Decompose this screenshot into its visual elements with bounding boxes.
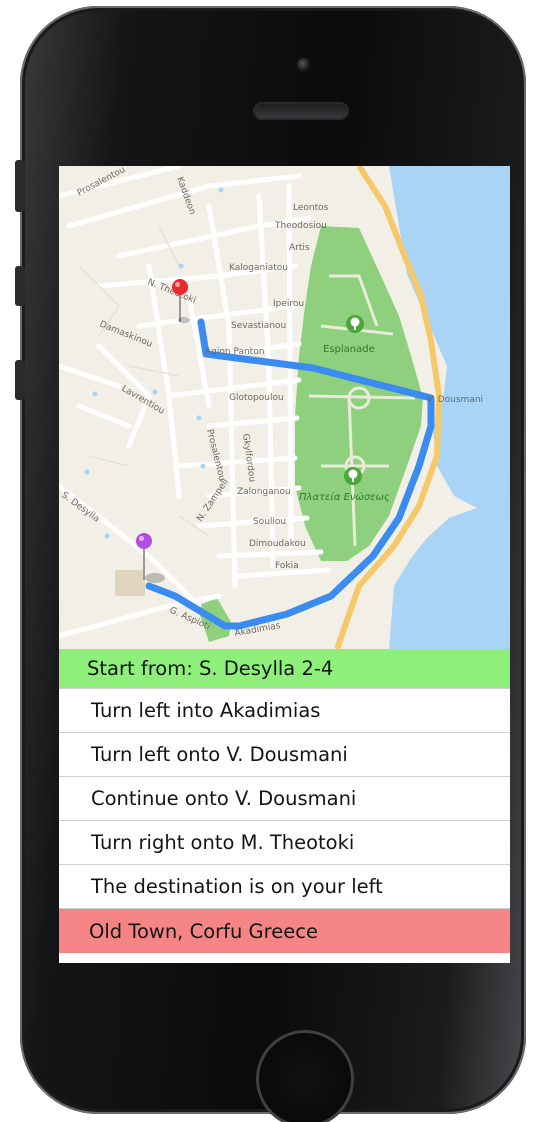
volume-down-button[interactable] — [15, 360, 25, 400]
destination-row[interactable]: Old Town, Corfu Greece — [59, 909, 510, 953]
street-label: Dimoudakou — [249, 539, 306, 549]
poi-label: Πλατεία Ενώσεως — [299, 491, 390, 503]
street-label: Kaloganiatou — [229, 263, 288, 273]
street-label: V. Dousmani — [427, 395, 483, 405]
street-label: Zalonganou — [237, 487, 291, 497]
start-location-text: Start from: S. Desylla 2-4 — [87, 657, 334, 680]
direction-step-text: Turn right onto M. Theotoki — [91, 831, 355, 854]
earpiece-speaker — [255, 104, 347, 118]
street-label: Agion Panton — [205, 347, 264, 357]
destination-text: Old Town, Corfu Greece — [89, 919, 318, 943]
street-label: Glotopoulou — [229, 393, 284, 403]
direction-step-text: Turn left into Akadimias — [91, 699, 321, 722]
direction-step[interactable]: The destination is on your left — [59, 865, 510, 909]
poi-label: Esplanade — [323, 344, 375, 355]
stage: Prosalentou Kaddeon Leontos Theodosiou A… — [0, 0, 538, 1122]
street-label: Artis — [289, 243, 310, 253]
building-block — [115, 570, 145, 596]
directions-list: Start from: S. Desylla 2-4 Turn left int… — [59, 649, 510, 953]
street-label: Theodosiou — [274, 221, 327, 231]
direction-step[interactable]: Continue onto V. Dousmani — [59, 777, 510, 821]
start-location-row[interactable]: Start from: S. Desylla 2-4 — [59, 649, 510, 689]
home-button[interactable] — [256, 1030, 354, 1122]
street-label: Leontos — [293, 203, 329, 213]
volume-up-button[interactable] — [15, 266, 25, 306]
direction-step-text: Continue onto V. Dousmani — [91, 787, 357, 810]
direction-step[interactable]: Turn left into Akadimias — [59, 689, 510, 733]
mute-switch[interactable] — [15, 160, 25, 212]
direction-step-text: Turn left onto V. Dousmani — [91, 743, 348, 766]
phone-screen: Prosalentou Kaddeon Leontos Theodosiou A… — [59, 166, 510, 963]
tree-icon — [344, 467, 362, 485]
front-camera — [297, 58, 311, 72]
direction-step[interactable]: Turn right onto M. Theotoki — [59, 821, 510, 865]
street-label: Ipeirou — [273, 299, 304, 309]
direction-step-text: The destination is on your left — [91, 875, 383, 898]
map-view[interactable]: Prosalentou Kaddeon Leontos Theodosiou A… — [59, 166, 510, 649]
street-label: Sevastianou — [231, 321, 286, 331]
direction-step[interactable]: Turn left onto V. Dousmani — [59, 733, 510, 777]
street-label: Souliou — [253, 517, 286, 527]
street-label: Fokia — [275, 561, 299, 571]
tree-icon — [346, 315, 364, 333]
